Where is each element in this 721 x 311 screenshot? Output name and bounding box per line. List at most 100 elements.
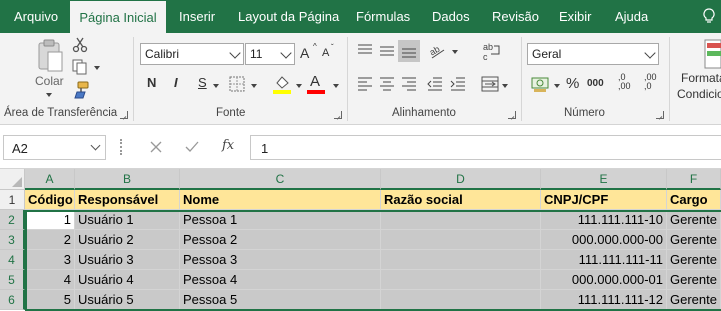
cell-b6[interactable]: Usuário 5: [75, 290, 180, 310]
cell-b2[interactable]: Usuário 1: [75, 210, 180, 230]
cell-b1[interactable]: Responsável: [75, 190, 180, 210]
cell-b5[interactable]: Usuário 4: [75, 270, 180, 290]
tab-pagina-inicial[interactable]: Página Inicial: [70, 1, 166, 33]
percent-style-button[interactable]: %: [566, 75, 579, 92]
tab-layout-da-pagina[interactable]: Layout da Página: [238, 0, 339, 33]
cell-f3[interactable]: Gerente: [667, 230, 721, 250]
tab-exibir[interactable]: Exibir: [559, 0, 592, 33]
paste-icon[interactable]: [36, 38, 64, 74]
paste-dropdown-icon[interactable]: [46, 93, 52, 97]
cell-e2[interactable]: 111.111.111-10: [541, 210, 667, 230]
shrink-font-button[interactable]: A: [322, 47, 329, 59]
cell-e4[interactable]: 111.111.111-11: [541, 250, 667, 270]
cell-c3[interactable]: Pessoa 2: [180, 230, 381, 250]
column-header-a[interactable]: A: [25, 169, 75, 190]
row-header-1[interactable]: 1: [0, 190, 25, 210]
cell-f4[interactable]: Gerente: [667, 250, 721, 270]
alignment-launcher-icon[interactable]: [508, 111, 516, 119]
merge-dropdown-icon[interactable]: [502, 84, 508, 88]
merge-center-icon[interactable]: [481, 76, 499, 92]
column-header-d[interactable]: D: [381, 169, 541, 190]
cell-d3[interactable]: [381, 230, 541, 250]
cell-a2[interactable]: 1: [25, 210, 75, 230]
column-header-c[interactable]: C: [180, 169, 381, 190]
row-header-5[interactable]: 5: [0, 270, 25, 290]
insert-function-button[interactable]: fx: [222, 138, 234, 153]
copy-dropdown-icon[interactable]: [94, 66, 100, 70]
column-header-b[interactable]: B: [75, 169, 180, 190]
cell-a6[interactable]: 5: [25, 290, 75, 310]
copy-icon[interactable]: [72, 59, 88, 75]
align-left-icon[interactable]: [357, 76, 373, 92]
cell-a3[interactable]: 2: [25, 230, 75, 250]
cell-b4[interactable]: Usuário 3: [75, 250, 180, 270]
column-header-f[interactable]: F: [667, 169, 721, 190]
conditional-formatting-label-2[interactable]: Condicio: [677, 87, 721, 101]
align-middle-icon[interactable]: [379, 43, 395, 59]
conditional-formatting-icon[interactable]: [704, 39, 721, 69]
cell-f1[interactable]: Cargo: [667, 190, 721, 210]
number-format-combo[interactable]: Geral: [527, 43, 659, 65]
font-color-button[interactable]: A: [310, 73, 320, 90]
wrap-text-icon[interactable]: ab c: [482, 41, 502, 61]
cell-c6[interactable]: Pessoa 5: [180, 290, 381, 310]
cell-a5[interactable]: 4: [25, 270, 75, 290]
italic-button[interactable]: I: [174, 75, 178, 90]
cell-e5[interactable]: 000.000.000-01: [541, 270, 667, 290]
fill-color-dropdown-icon[interactable]: [296, 84, 302, 88]
cell-d4[interactable]: [381, 250, 541, 270]
lightbulb-icon[interactable]: [703, 8, 715, 24]
bold-button[interactable]: N: [147, 75, 156, 90]
font-name-combo[interactable]: Calibri: [140, 43, 244, 65]
orientation-dropdown-icon[interactable]: [452, 50, 458, 54]
decrease-decimal-button[interactable]: ,00 ,0: [644, 73, 657, 91]
align-top-icon[interactable]: [357, 43, 373, 59]
tab-inserir[interactable]: Inserir: [179, 0, 215, 33]
cell-f2[interactable]: Gerente: [667, 210, 721, 230]
font-launcher-icon[interactable]: [334, 111, 342, 119]
tab-arquivo[interactable]: Arquivo: [14, 0, 58, 33]
underline-button[interactable]: S: [198, 75, 207, 90]
cell-a1[interactable]: Código: [25, 190, 75, 210]
cell-d2[interactable]: [381, 210, 541, 230]
worksheet-grid[interactable]: A B C D E F 1 2 3 4 5 6 Código Responsáv…: [0, 169, 721, 311]
cut-icon[interactable]: [72, 37, 88, 53]
increase-decimal-button[interactable]: ,0 ,00: [618, 73, 631, 91]
underline-dropdown-icon[interactable]: [213, 84, 219, 88]
format-painter-icon[interactable]: [72, 81, 90, 99]
fill-color-icon[interactable]: [272, 74, 292, 94]
cell-f5[interactable]: Gerente: [667, 270, 721, 290]
tab-revisao[interactable]: Revisão: [492, 0, 539, 33]
cell-e1[interactable]: CNPJ/CPF: [541, 190, 667, 210]
cell-d6[interactable]: [381, 290, 541, 310]
borders-icon[interactable]: [229, 76, 245, 92]
tab-dados[interactable]: Dados: [432, 0, 470, 33]
formula-input[interactable]: 1: [250, 135, 721, 160]
cell-c2[interactable]: Pessoa 1: [180, 210, 381, 230]
resize-handle-icon[interactable]: [120, 139, 123, 155]
align-right-icon[interactable]: [401, 76, 417, 92]
tab-ajuda[interactable]: Ajuda: [615, 0, 648, 33]
orientation-icon[interactable]: ab: [428, 41, 448, 61]
comma-style-button[interactable]: 000: [587, 78, 604, 89]
clipboard-launcher-icon[interactable]: [120, 111, 128, 119]
cell-d5[interactable]: [381, 270, 541, 290]
column-header-e[interactable]: E: [541, 169, 667, 190]
name-box[interactable]: A2: [3, 135, 106, 160]
number-launcher-icon[interactable]: [656, 111, 664, 119]
conditional-formatting-label-1[interactable]: Formata: [681, 71, 721, 85]
align-center-icon[interactable]: [379, 76, 395, 92]
cell-e3[interactable]: 000.000.000-00: [541, 230, 667, 250]
cell-d1[interactable]: Razão social: [381, 190, 541, 210]
grow-font-button[interactable]: A: [300, 45, 309, 61]
select-all-corner[interactable]: [0, 169, 25, 190]
cell-a4[interactable]: 3: [25, 250, 75, 270]
borders-dropdown-icon[interactable]: [251, 84, 257, 88]
font-color-dropdown-icon[interactable]: [333, 84, 339, 88]
font-size-combo[interactable]: 11: [245, 43, 295, 65]
decrease-indent-icon[interactable]: [427, 76, 443, 92]
accounting-dropdown-icon[interactable]: [554, 84, 560, 88]
increase-indent-icon[interactable]: [450, 76, 466, 92]
row-header-3[interactable]: 3: [0, 230, 25, 250]
cell-c5[interactable]: Pessoa 4: [180, 270, 381, 290]
